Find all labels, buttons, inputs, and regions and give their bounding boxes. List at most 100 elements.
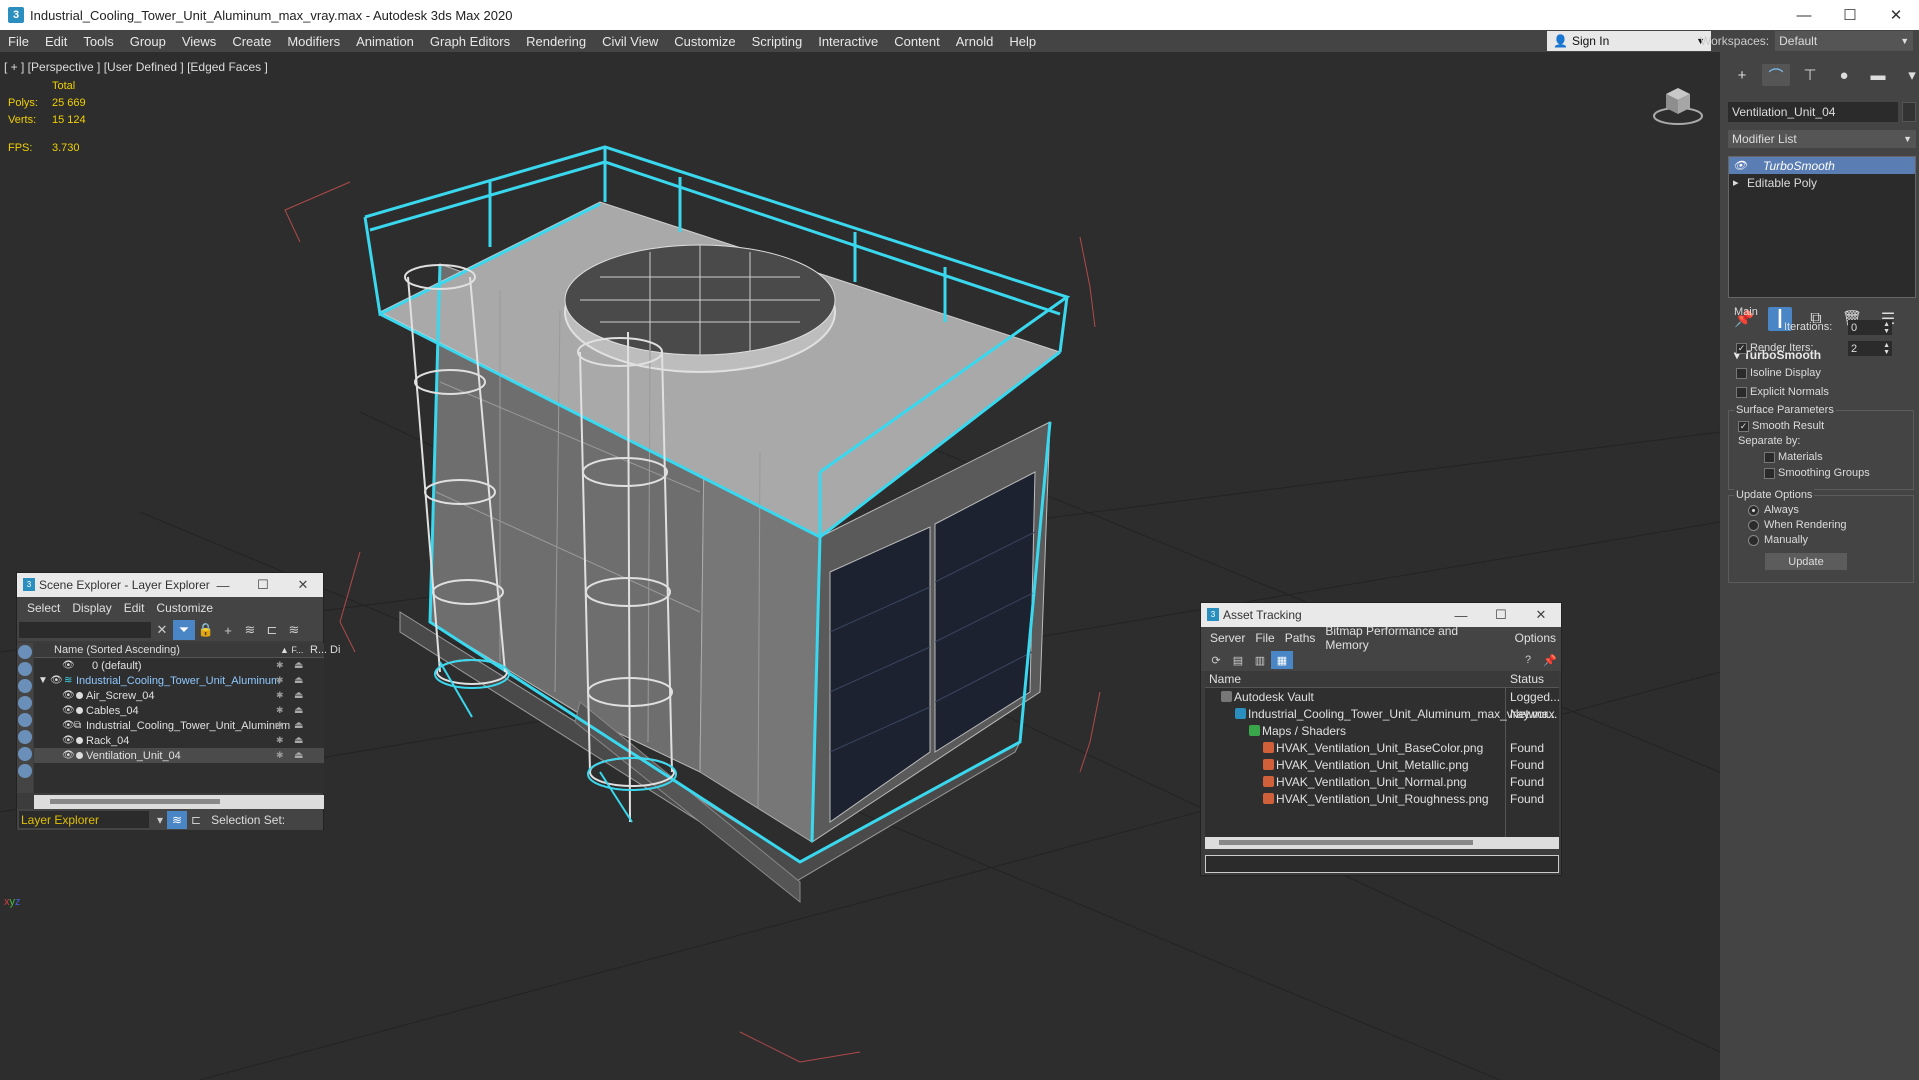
- stack-item-turbosmooth[interactable]: 👁 TurboSmooth: [1729, 157, 1915, 174]
- column-display[interactable]: Di: [330, 644, 340, 656]
- filter-icon[interactable]: ⏷: [173, 620, 195, 640]
- object-row[interactable]: 👁 ⧉ Industrial_Cooling_Tower_Unit_Alumin…: [34, 718, 324, 733]
- clear-search-icon[interactable]: ✕: [151, 620, 173, 640]
- eye-icon[interactable]: 👁: [62, 750, 75, 761]
- menu-modifiers[interactable]: Modifiers: [279, 34, 348, 49]
- close-button[interactable]: ✕: [283, 573, 323, 597]
- viewcube-icon[interactable]: [1650, 80, 1706, 126]
- menu-file[interactable]: File: [1250, 631, 1279, 645]
- menu-interactive[interactable]: Interactive: [810, 34, 886, 49]
- menu-edit[interactable]: Edit: [118, 601, 151, 615]
- horizontal-scrollbar[interactable]: [1205, 837, 1559, 849]
- layer-row[interactable]: ▼ 👁 ≋ Industrial_Cooling_Tower_Unit_Alum…: [34, 673, 324, 688]
- render-teapot-icon[interactable]: ⏏: [294, 750, 303, 761]
- freeze-icon[interactable]: ✱: [276, 720, 284, 731]
- freeze-icon[interactable]: ✱: [276, 750, 284, 761]
- render-iters-spinner[interactable]: 2 ▲ ▼: [1848, 341, 1892, 356]
- freeze-icon[interactable]: ✱: [276, 705, 284, 716]
- menu-edit[interactable]: Edit: [37, 34, 75, 49]
- always-radio[interactable]: [1748, 505, 1759, 516]
- menu-scripting[interactable]: Scripting: [744, 34, 811, 49]
- menu-select[interactable]: Select: [21, 601, 66, 615]
- menu-create[interactable]: Create: [224, 34, 279, 49]
- eye-icon[interactable]: 👁: [62, 690, 75, 701]
- explicit-normals-checkbox[interactable]: [1736, 387, 1747, 398]
- close-button[interactable]: ✕: [1873, 0, 1919, 30]
- scene-explorer-titlebar[interactable]: 3 Scene Explorer - Layer Explorer — ☐ ✕: [17, 573, 323, 597]
- asset-row[interactable]: HVAK_Ventilation_Unit_Roughness.png Foun…: [1205, 790, 1559, 807]
- minimize-button[interactable]: —: [203, 573, 243, 597]
- menu-paths[interactable]: Paths: [1280, 631, 1321, 645]
- menu-customize[interactable]: Customize: [666, 34, 743, 49]
- freeze-icon[interactable]: ✱: [276, 690, 284, 701]
- render-teapot-icon[interactable]: ⏏: [294, 675, 303, 686]
- menu-help[interactable]: Help: [1001, 34, 1044, 49]
- maximize-button[interactable]: ☐: [243, 573, 283, 597]
- smoothing-groups-checkbox[interactable]: [1764, 468, 1775, 479]
- column-status[interactable]: Status: [1510, 672, 1544, 686]
- asset-row[interactable]: HVAK_Ventilation_Unit_BaseColor.png Foun…: [1205, 739, 1559, 756]
- menu-options[interactable]: Options: [1510, 631, 1561, 645]
- column-name[interactable]: Name: [1209, 672, 1241, 686]
- column-render[interactable]: R...: [310, 644, 327, 656]
- menu-graph-editors[interactable]: Graph Editors: [422, 34, 518, 49]
- menu-civil-view[interactable]: Civil View: [594, 34, 666, 49]
- hierarchy-tab-icon[interactable]: ⊤: [1796, 64, 1824, 86]
- eye-icon[interactable]: 👁: [62, 660, 75, 671]
- close-button[interactable]: ✕: [1521, 603, 1561, 627]
- layers-icon[interactable]: ≋: [167, 810, 188, 829]
- minimize-button[interactable]: —: [1781, 0, 1827, 30]
- asset-row[interactable]: HVAK_Ventilation_Unit_Normal.png Found: [1205, 773, 1559, 790]
- perspective-viewport[interactable]: [ + ] [Perspective ] [User Defined ] [Ed…: [0, 52, 1720, 1080]
- menu-bitmap-performance[interactable]: Bitmap Performance and Memory: [1320, 624, 1509, 652]
- menu-content[interactable]: Content: [886, 34, 948, 49]
- sign-in-dropdown[interactable]: 👤 Sign In ▼: [1547, 31, 1711, 51]
- collapse-arrow-icon[interactable]: ▼: [38, 675, 48, 686]
- menu-customize[interactable]: Customize: [150, 601, 219, 615]
- horizontal-scrollbar[interactable]: [34, 795, 324, 809]
- update-button[interactable]: Update: [1765, 553, 1847, 570]
- hierarchy-icon[interactable]: ⊏: [261, 620, 283, 640]
- isoline-display-checkbox[interactable]: [1736, 368, 1747, 379]
- iterations-spinner[interactable]: 0 ▲ ▼: [1848, 320, 1892, 335]
- asset-row[interactable]: Autodesk Vault Logged...: [1205, 688, 1560, 705]
- table-view-icon[interactable]: ▦: [1271, 651, 1293, 669]
- menu-file[interactable]: File: [0, 34, 37, 49]
- object-row[interactable]: 👁 Cables_04 ✱ ⏏: [34, 703, 324, 718]
- expand-arrow-icon[interactable]: ▸: [1733, 176, 1747, 189]
- utilities-tab-icon[interactable]: ▾: [1898, 64, 1919, 86]
- modify-tab-icon[interactable]: ⌒: [1762, 64, 1790, 86]
- column-freeze[interactable]: ▲ F...: [280, 645, 303, 655]
- modifier-list-dropdown[interactable]: Modifier List ▼: [1728, 130, 1916, 148]
- render-teapot-icon[interactable]: ⏏: [294, 720, 303, 731]
- explorer-type-dropdown[interactable]: Layer Explorer: [19, 811, 149, 828]
- search-input[interactable]: [19, 622, 151, 638]
- layer-row[interactable]: 👁 0 (default) ✱ ⏏: [34, 658, 324, 673]
- viewport-label[interactable]: [ + ] [Perspective ] [User Defined ] [Ed…: [4, 60, 268, 74]
- display-tab-icon[interactable]: ▬: [1864, 64, 1892, 86]
- display-groups-icon[interactable]: [18, 747, 32, 761]
- materials-checkbox[interactable]: [1764, 452, 1775, 463]
- path-input[interactable]: [1205, 855, 1559, 873]
- motion-tab-icon[interactable]: ●: [1830, 64, 1858, 86]
- maximize-button[interactable]: ☐: [1827, 0, 1873, 30]
- list-view-icon[interactable]: ▤: [1227, 651, 1249, 669]
- display-helpers-icon[interactable]: [18, 713, 32, 727]
- menu-group[interactable]: Group: [122, 34, 174, 49]
- stack-layers-icon[interactable]: ≋: [283, 620, 305, 640]
- render-teapot-icon[interactable]: ⏏: [294, 660, 303, 671]
- display-xrefs-icon[interactable]: [18, 764, 32, 778]
- eye-icon[interactable]: 👁: [1733, 159, 1747, 172]
- lock-icon[interactable]: 🔒: [195, 620, 217, 640]
- help-icon[interactable]: ?: [1517, 651, 1539, 669]
- eye-icon[interactable]: 👁: [50, 675, 63, 686]
- object-row-selected[interactable]: 👁 Ventilation_Unit_04 ✱ ⏏: [34, 748, 324, 763]
- freeze-icon[interactable]: ✱: [276, 675, 284, 686]
- display-cameras-icon[interactable]: [18, 696, 32, 710]
- freeze-icon[interactable]: ✱: [276, 735, 284, 746]
- freeze-icon[interactable]: ✱: [276, 660, 284, 671]
- stack-item-editable-poly[interactable]: ▸ Editable Poly: [1729, 174, 1915, 191]
- menu-display[interactable]: Display: [66, 601, 117, 615]
- scrollbar-thumb[interactable]: [50, 799, 220, 804]
- menu-animation[interactable]: Animation: [348, 34, 422, 49]
